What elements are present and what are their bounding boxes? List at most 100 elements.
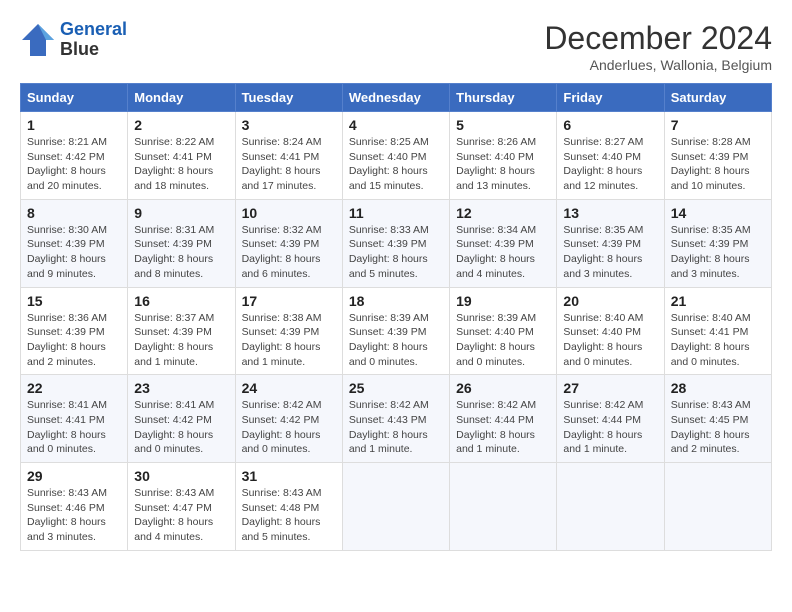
calendar-cell: 22Sunrise: 8:41 AMSunset: 4:41 PMDayligh… xyxy=(21,375,128,463)
calendar-cell: 20 Sunrise: 8:40 AMSunset: 4:40 PMDayligh… xyxy=(557,287,664,375)
day-detail: Sunrise: 8:21 AMSunset: 4:42 PMDaylight:… xyxy=(27,135,121,194)
calendar-cell: 11Sunrise: 8:33 AMSunset: 4:39 PMDayligh… xyxy=(342,199,449,287)
day-detail: Sunrise: 8:42 AMSunset: 4:44 PMDaylight:… xyxy=(563,398,657,457)
calendar-day-header: Thursday xyxy=(450,84,557,112)
calendar-cell xyxy=(664,463,771,551)
page-header: GeneralBlue December 2024 Anderlues, Wal… xyxy=(20,20,772,73)
day-number: 16 xyxy=(134,293,228,309)
day-detail: Sunrise: 8:37 AMSunset: 4:39 PMDaylight:… xyxy=(134,311,228,370)
day-detail: Sunrise: 8:43 AMSunset: 4:47 PMDaylight:… xyxy=(134,486,228,545)
calendar-cell: 4 Sunrise: 8:25 AMSunset: 4:40 PMDaylight… xyxy=(342,112,449,200)
calendar-cell: 3 Sunrise: 8:24 AMSunset: 4:41 PMDaylight… xyxy=(235,112,342,200)
day-number: 4 xyxy=(349,117,443,133)
day-detail: Sunrise: 8:22 AMSunset: 4:41 PMDaylight:… xyxy=(134,135,228,194)
calendar-day-header: Saturday xyxy=(664,84,771,112)
day-detail: Sunrise: 8:31 AMSunset: 4:39 PMDaylight:… xyxy=(134,223,228,282)
day-detail: Sunrise: 8:43 AMSunset: 4:46 PMDaylight:… xyxy=(27,486,121,545)
day-number: 10 xyxy=(242,205,336,221)
calendar-cell: 18 Sunrise: 8:39 AMSunset: 4:39 PMDayligh… xyxy=(342,287,449,375)
calendar-cell: 30Sunrise: 8:43 AMSunset: 4:47 PMDayligh… xyxy=(128,463,235,551)
calendar-cell: 27 Sunrise: 8:42 AMSunset: 4:44 PMDayligh… xyxy=(557,375,664,463)
day-detail: Sunrise: 8:33 AMSunset: 4:39 PMDaylight:… xyxy=(349,223,443,282)
day-detail: Sunrise: 8:43 AMSunset: 4:48 PMDaylight:… xyxy=(242,486,336,545)
calendar-cell: 28 Sunrise: 8:43 AMSunset: 4:45 PMDayligh… xyxy=(664,375,771,463)
calendar-cell xyxy=(342,463,449,551)
calendar-day-header: Friday xyxy=(557,84,664,112)
calendar-cell: 21Sunrise: 8:40 AMSunset: 4:41 PMDayligh… xyxy=(664,287,771,375)
day-number: 26 xyxy=(456,380,550,396)
calendar-cell: 23 Sunrise: 8:41 AMSunset: 4:42 PMDayligh… xyxy=(128,375,235,463)
calendar-cell xyxy=(557,463,664,551)
day-detail: Sunrise: 8:24 AMSunset: 4:41 PMDaylight:… xyxy=(242,135,336,194)
calendar-cell: 29 Sunrise: 8:43 AMSunset: 4:46 PMDayligh… xyxy=(21,463,128,551)
day-detail: Sunrise: 8:40 AMSunset: 4:40 PMDaylight:… xyxy=(563,311,657,370)
calendar-week-row: 29 Sunrise: 8:43 AMSunset: 4:46 PMDayligh… xyxy=(21,463,772,551)
day-detail: Sunrise: 8:40 AMSunset: 4:41 PMDaylight:… xyxy=(671,311,765,370)
logo: GeneralBlue xyxy=(20,20,127,60)
day-number: 8 xyxy=(27,205,121,221)
day-number: 27 xyxy=(563,380,657,396)
day-detail: Sunrise: 8:27 AMSunset: 4:40 PMDaylight:… xyxy=(563,135,657,194)
calendar-day-header: Wednesday xyxy=(342,84,449,112)
calendar-cell: 16 Sunrise: 8:37 AMSunset: 4:39 PMDayligh… xyxy=(128,287,235,375)
logo-text: GeneralBlue xyxy=(60,20,127,60)
day-detail: Sunrise: 8:42 AMSunset: 4:42 PMDaylight:… xyxy=(242,398,336,457)
day-detail: Sunrise: 8:39 AMSunset: 4:40 PMDaylight:… xyxy=(456,311,550,370)
day-detail: Sunrise: 8:25 AMSunset: 4:40 PMDaylight:… xyxy=(349,135,443,194)
day-number: 7 xyxy=(671,117,765,133)
day-number: 17 xyxy=(242,293,336,309)
calendar-cell xyxy=(450,463,557,551)
day-number: 28 xyxy=(671,380,765,396)
calendar-cell: 9 Sunrise: 8:31 AMSunset: 4:39 PMDaylight… xyxy=(128,199,235,287)
day-number: 6 xyxy=(563,117,657,133)
day-detail: Sunrise: 8:39 AMSunset: 4:39 PMDaylight:… xyxy=(349,311,443,370)
day-number: 9 xyxy=(134,205,228,221)
day-detail: Sunrise: 8:30 AMSunset: 4:39 PMDaylight:… xyxy=(27,223,121,282)
day-detail: Sunrise: 8:42 AMSunset: 4:43 PMDaylight:… xyxy=(349,398,443,457)
calendar-day-header: Sunday xyxy=(21,84,128,112)
location-subtitle: Anderlues, Wallonia, Belgium xyxy=(544,57,772,73)
day-number: 14 xyxy=(671,205,765,221)
calendar-day-header: Monday xyxy=(128,84,235,112)
day-detail: Sunrise: 8:43 AMSunset: 4:45 PMDaylight:… xyxy=(671,398,765,457)
calendar-cell: 12 Sunrise: 8:34 AMSunset: 4:39 PMDayligh… xyxy=(450,199,557,287)
day-detail: Sunrise: 8:34 AMSunset: 4:39 PMDaylight:… xyxy=(456,223,550,282)
day-number: 29 xyxy=(27,468,121,484)
calendar-cell: 5Sunrise: 8:26 AMSunset: 4:40 PMDaylight… xyxy=(450,112,557,200)
calendar-cell: 6 Sunrise: 8:27 AMSunset: 4:40 PMDaylight… xyxy=(557,112,664,200)
calendar-table: SundayMondayTuesdayWednesdayThursdayFrid… xyxy=(20,83,772,551)
day-detail: Sunrise: 8:38 AMSunset: 4:39 PMDaylight:… xyxy=(242,311,336,370)
calendar-week-row: 1 Sunrise: 8:21 AMSunset: 4:42 PMDaylight… xyxy=(21,112,772,200)
day-number: 19 xyxy=(456,293,550,309)
calendar-cell: 19 Sunrise: 8:39 AMSunset: 4:40 PMDayligh… xyxy=(450,287,557,375)
calendar-week-row: 8 Sunrise: 8:30 AMSunset: 4:39 PMDaylight… xyxy=(21,199,772,287)
calendar-cell: 2Sunrise: 8:22 AMSunset: 4:41 PMDaylight… xyxy=(128,112,235,200)
day-number: 5 xyxy=(456,117,550,133)
calendar-cell: 8 Sunrise: 8:30 AMSunset: 4:39 PMDaylight… xyxy=(21,199,128,287)
logo-icon xyxy=(20,22,56,58)
month-title: December 2024 xyxy=(544,20,772,57)
day-number: 22 xyxy=(27,380,121,396)
day-number: 1 xyxy=(27,117,121,133)
day-number: 13 xyxy=(563,205,657,221)
day-number: 15 xyxy=(27,293,121,309)
day-detail: Sunrise: 8:28 AMSunset: 4:39 PMDaylight:… xyxy=(671,135,765,194)
calendar-week-row: 15Sunrise: 8:36 AMSunset: 4:39 PMDayligh… xyxy=(21,287,772,375)
day-detail: Sunrise: 8:41 AMSunset: 4:42 PMDaylight:… xyxy=(134,398,228,457)
day-number: 18 xyxy=(349,293,443,309)
day-number: 31 xyxy=(242,468,336,484)
calendar-cell: 15Sunrise: 8:36 AMSunset: 4:39 PMDayligh… xyxy=(21,287,128,375)
day-number: 23 xyxy=(134,380,228,396)
calendar-week-row: 22Sunrise: 8:41 AMSunset: 4:41 PMDayligh… xyxy=(21,375,772,463)
calendar-cell: 7 Sunrise: 8:28 AMSunset: 4:39 PMDaylight… xyxy=(664,112,771,200)
title-block: December 2024 Anderlues, Wallonia, Belgi… xyxy=(544,20,772,73)
day-number: 3 xyxy=(242,117,336,133)
calendar-cell: 13Sunrise: 8:35 AMSunset: 4:39 PMDayligh… xyxy=(557,199,664,287)
calendar-cell: 25Sunrise: 8:42 AMSunset: 4:43 PMDayligh… xyxy=(342,375,449,463)
day-detail: Sunrise: 8:35 AMSunset: 4:39 PMDaylight:… xyxy=(671,223,765,282)
day-number: 24 xyxy=(242,380,336,396)
day-number: 20 xyxy=(563,293,657,309)
calendar-cell: 26Sunrise: 8:42 AMSunset: 4:44 PMDayligh… xyxy=(450,375,557,463)
day-number: 12 xyxy=(456,205,550,221)
day-detail: Sunrise: 8:32 AMSunset: 4:39 PMDaylight:… xyxy=(242,223,336,282)
